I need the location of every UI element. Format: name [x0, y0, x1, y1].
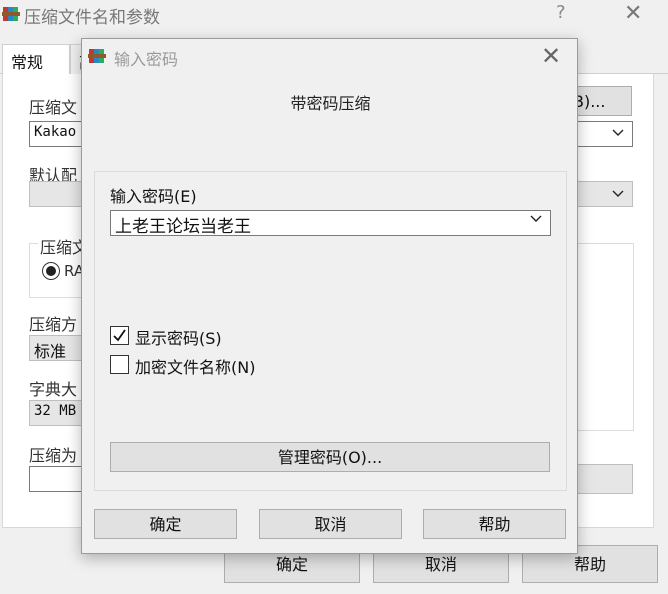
- rar-format-radio[interactable]: [42, 262, 60, 280]
- close-icon[interactable]: ✕: [624, 1, 642, 26]
- compression-method-value: 标准: [34, 342, 67, 361]
- password-label: 输入密码(E): [110, 187, 197, 206]
- winrar-app-icon: [88, 49, 106, 63]
- dialog-title: 输入密码: [114, 50, 179, 69]
- encrypt-filenames-label[interactable]: 加密文件名称(N): [135, 354, 255, 378]
- set-password-button[interactable]: [575, 464, 633, 494]
- chevron-down-icon[interactable]: [530, 215, 542, 223]
- dialog-heading: 带密码压缩: [290, 94, 371, 113]
- help-button[interactable]: 帮助: [423, 509, 566, 539]
- background-window-title: 压缩文件名和参数: [24, 8, 160, 28]
- password-input[interactable]: 上老王论坛当老王: [110, 210, 551, 237]
- password-dialog: 输入密码 ✕ 带密码压缩 输入密码(E) 上老王论坛当老王 显示密码(S) 加密…: [81, 38, 578, 554]
- dictionary-size-value: 32 MB: [34, 403, 77, 419]
- chevron-down-icon[interactable]: [612, 190, 624, 198]
- winrar-app-icon: [2, 7, 20, 21]
- ok-button[interactable]: 确定: [94, 509, 237, 539]
- manage-passwords-button[interactable]: 管理密码(O)...: [110, 442, 550, 472]
- chevron-down-icon[interactable]: [612, 129, 624, 137]
- split-volumes-input[interactable]: [29, 466, 89, 492]
- archive-name-value: Kakao: [34, 124, 77, 140]
- dictionary-size-label: 字典大: [29, 380, 78, 399]
- close-icon[interactable]: ✕: [541, 42, 561, 70]
- show-password-checkbox[interactable]: [110, 326, 129, 345]
- checkmark-icon: [113, 329, 126, 342]
- encrypt-filenames-checkbox[interactable]: [110, 355, 129, 374]
- archive-name-label: 压缩文: [29, 98, 78, 117]
- split-volumes-label: 压缩为: [29, 446, 78, 465]
- help-icon[interactable]: ?: [556, 2, 566, 23]
- tab-general[interactable]: 常规: [2, 44, 70, 74]
- dictionary-size-select[interactable]: 32 MB: [29, 400, 89, 426]
- archive-options-group: [575, 243, 634, 431]
- compression-method-select[interactable]: 标准: [29, 335, 89, 361]
- show-password-label[interactable]: 显示密码(S): [135, 325, 222, 349]
- password-value: 上老王论坛当老王: [115, 217, 251, 237]
- compression-method-label: 压缩方: [29, 315, 78, 334]
- cancel-button[interactable]: 取消: [259, 509, 402, 539]
